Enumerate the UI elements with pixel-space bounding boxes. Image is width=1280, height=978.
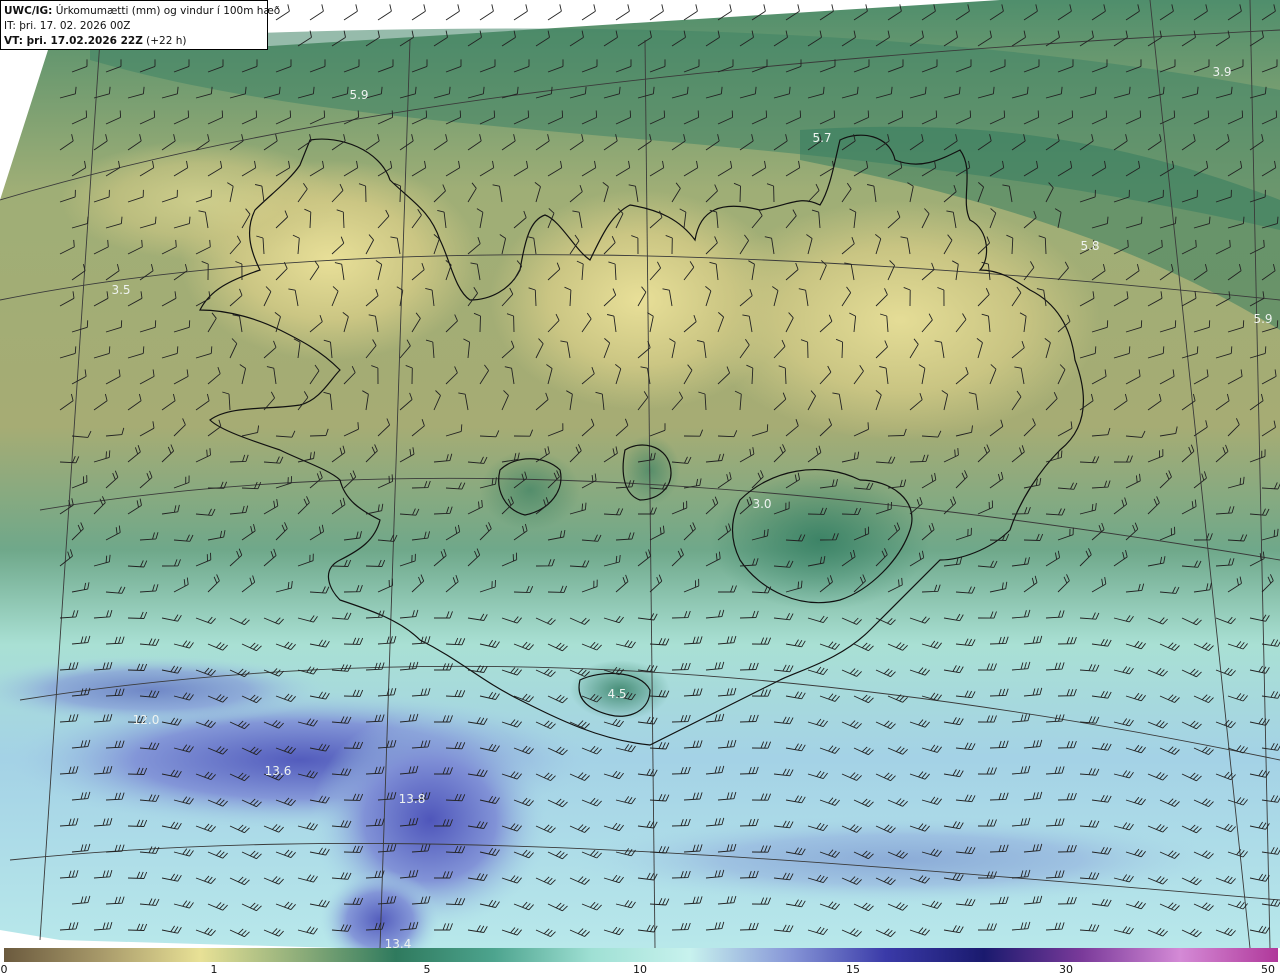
wind-barb (445, 4, 460, 21)
field-label-2: 5.7 (812, 131, 832, 145)
field-label-11: 13.8 (398, 792, 426, 806)
valid-time: VT: þri. 17.02.2026 22Z (4, 35, 143, 47)
colorbar-tick-50: 50 (1261, 963, 1275, 976)
colorbar-tick-10: 10 (633, 963, 647, 976)
colorbar-tick-5: 5 (423, 963, 431, 976)
valid-time-row: VT: þri. 17.02.2026 22Z (+22 h) (4, 34, 263, 49)
map-info-box: UWC/IG: Úrkomumætti (mm) og vindur í 100… (0, 0, 280, 50)
model-name: UWC/IG: (4, 5, 53, 17)
wind-barb (479, 4, 494, 21)
field-label-10: 13.6 (264, 764, 292, 778)
weather-map (0, 0, 1280, 948)
wind-barb (377, 4, 392, 21)
wind-barb (547, 4, 562, 21)
wind-barb (343, 4, 358, 21)
wind-barb (309, 4, 324, 21)
wind-barb (615, 4, 630, 21)
title-row: UWC/IG: Úrkomumætti (mm) og vindur í 100… (4, 4, 280, 19)
field-label-9: 12.0 (132, 713, 160, 727)
wind-barb (649, 4, 664, 21)
field-label-8: 4.5 (607, 687, 627, 701)
field-label-7: 3.0 (752, 497, 772, 511)
field-label-5: 5.9 (1253, 312, 1273, 326)
wind-barb (513, 4, 528, 21)
wind-barb (683, 4, 698, 21)
field-label-12: 13.4 (384, 937, 412, 951)
colorbar-tick-15: 15 (846, 963, 860, 976)
lead-time: (+22 h) (146, 35, 187, 47)
map-title: Úrkomumætti (mm) og vindur í 100m hæð (55, 5, 281, 17)
field-label-6: 3.5 (111, 283, 131, 297)
wind-barb (581, 4, 596, 21)
init-time: IT: þri. 17. 02. 2026 00Z (4, 20, 131, 32)
colorbar-tick-0: 0 (0, 963, 8, 976)
colorbar-tick-30: 30 (1059, 963, 1073, 976)
field-label-1: 5.9 (349, 88, 369, 102)
wind-barb (411, 4, 426, 21)
field-label-3: 3.9 (1212, 65, 1232, 79)
field-label-4: 5.8 (1080, 239, 1100, 253)
precip-colorbar (4, 948, 1278, 962)
colorbar-tick-1: 1 (210, 963, 218, 976)
